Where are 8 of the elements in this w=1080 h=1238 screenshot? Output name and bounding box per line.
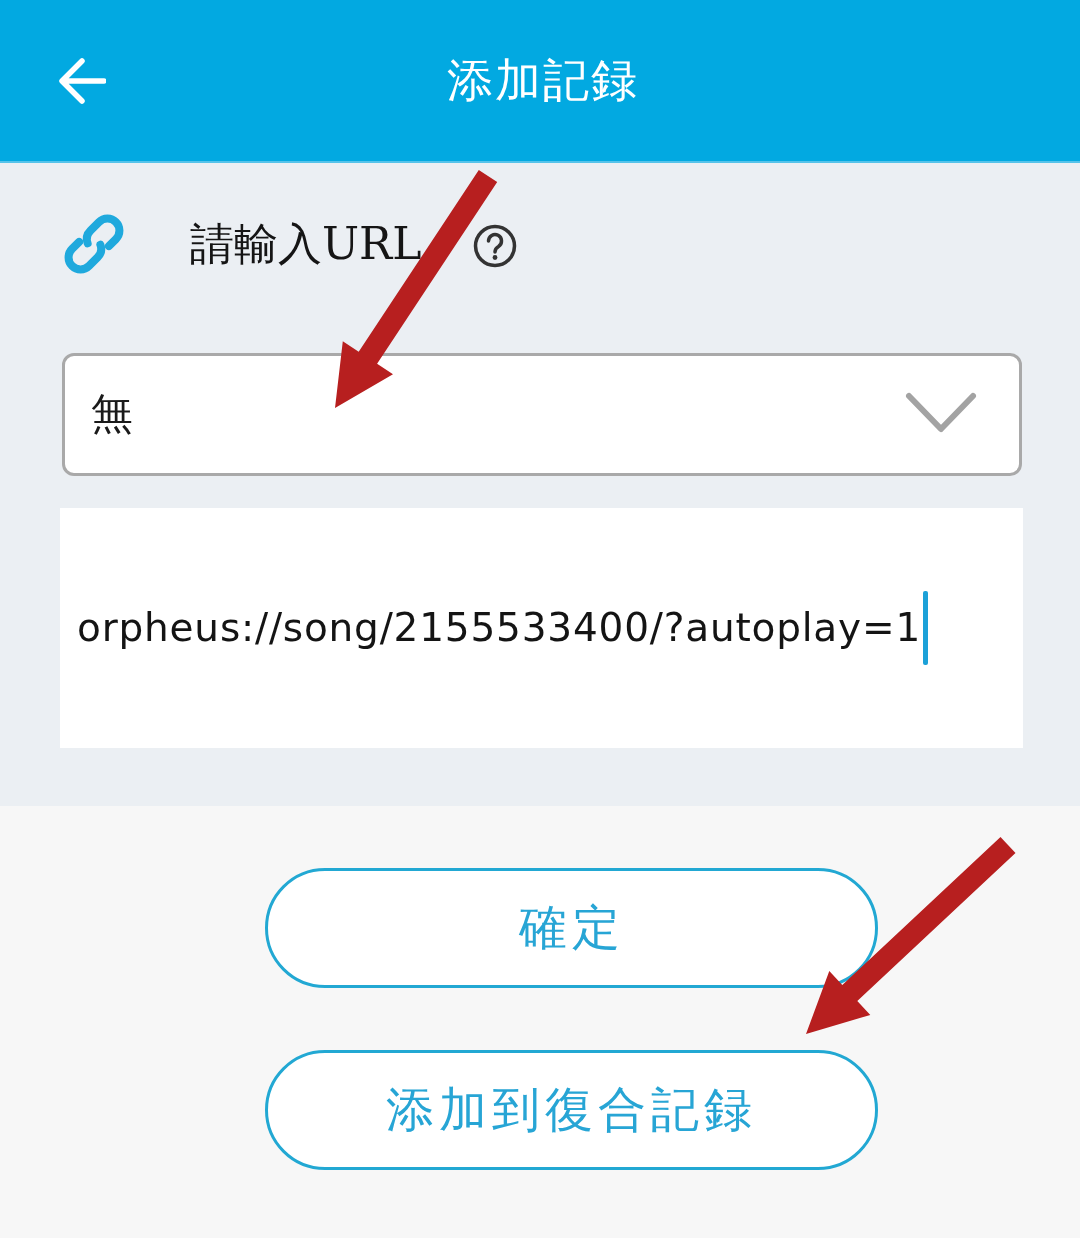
dropdown[interactable]: 無 <box>62 353 1022 476</box>
back-button[interactable] <box>58 57 106 104</box>
page-title: 添加記録 <box>446 52 639 109</box>
url-input-field[interactable]: orpheus://song/2155533400/?autoplay=1 <box>60 508 1023 748</box>
help-icon[interactable] <box>473 224 518 268</box>
back-arrow-icon <box>58 57 106 104</box>
chevron-down-icon <box>905 391 977 434</box>
url-prompt-label: 請輸入URL <box>190 218 422 270</box>
